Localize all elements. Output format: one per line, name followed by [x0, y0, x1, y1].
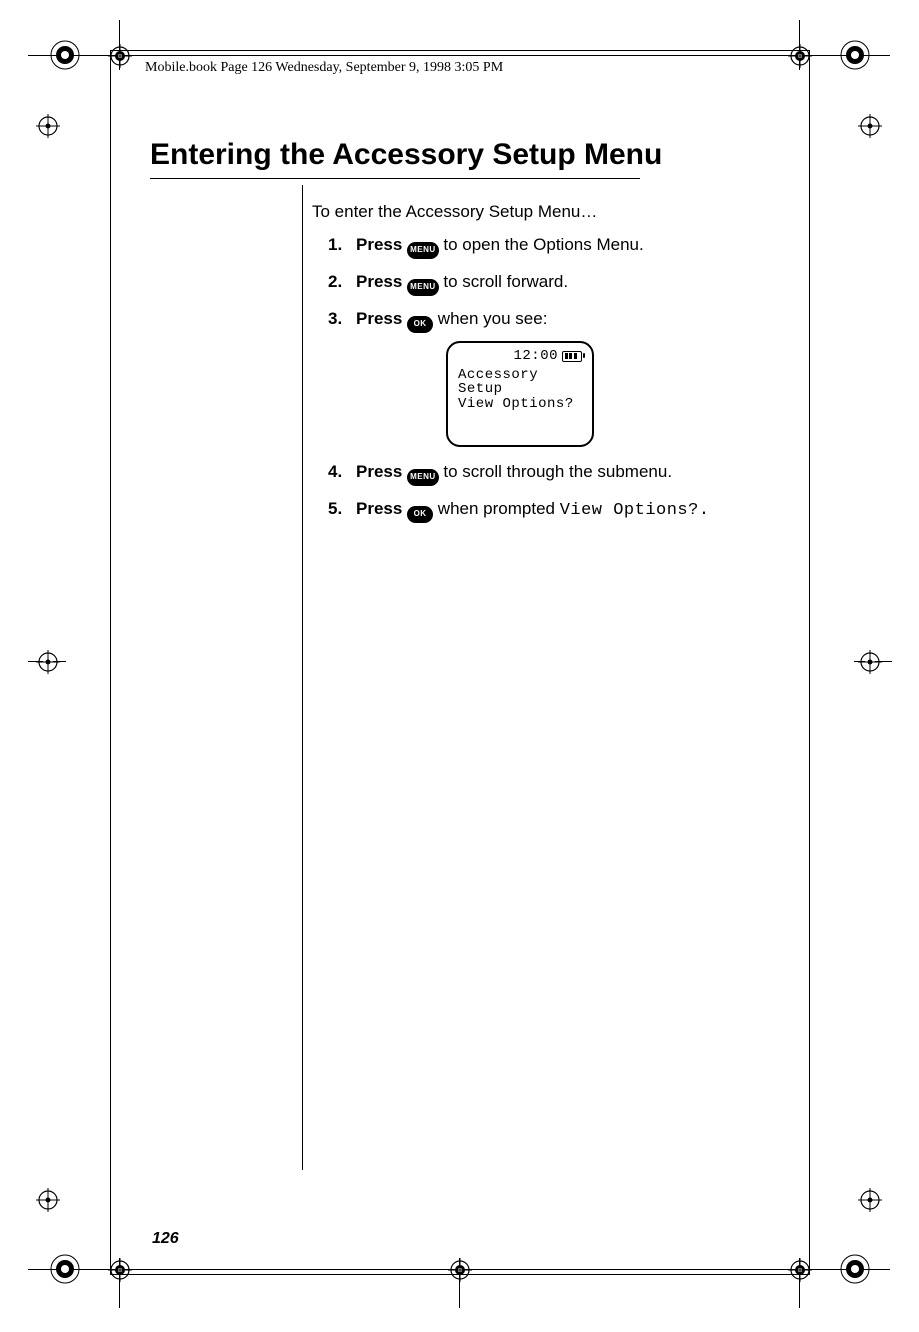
crop-medallion-icon — [48, 1252, 82, 1286]
crop-medallion-icon — [838, 1252, 872, 1286]
step-2: Press MENU to scroll forward. — [356, 271, 772, 296]
step-5: Press OK when prompted View Options?. — [356, 498, 772, 523]
registration-mark-icon — [788, 44, 812, 68]
ok-key-icon: OK — [407, 506, 433, 523]
page-title: Entering the Accessory Setup Menu — [150, 138, 790, 172]
step-4: Press MENU to scroll through the submenu… — [356, 461, 772, 486]
crop-medallion-icon — [48, 38, 82, 72]
registration-mark-icon — [108, 1258, 132, 1282]
ok-key-icon: OK — [407, 316, 433, 333]
intro-text: To enter the Accessory Setup Menu… — [312, 201, 772, 224]
content-area: Entering the Accessory Setup Menu To ent… — [150, 138, 790, 535]
screen-time: 12:00 — [513, 349, 558, 364]
step-3: Press OK when you see: 12:00 Accessory S… — [356, 308, 772, 447]
press-label: Press — [356, 272, 402, 291]
press-label: Press — [356, 309, 402, 328]
registration-mark-icon — [448, 1258, 472, 1282]
step-text: to scroll through the submenu. — [443, 462, 672, 481]
step-text: when prompted — [438, 499, 560, 518]
menu-key-icon: MENU — [407, 242, 439, 259]
screen-line-1: Accessory — [458, 368, 582, 383]
title-underline — [150, 178, 640, 179]
registration-mark-icon — [108, 44, 132, 68]
crop-medallion-icon — [838, 38, 872, 72]
registration-mark-icon — [858, 1188, 882, 1212]
crop-line — [28, 55, 890, 56]
screen-line-2: Setup — [458, 382, 582, 397]
battery-icon — [562, 351, 582, 362]
registration-mark-icon — [858, 650, 882, 674]
menu-key-icon: MENU — [407, 469, 439, 486]
registration-mark-icon — [36, 650, 60, 674]
registration-mark-icon — [36, 1188, 60, 1212]
step-text: when you see: — [438, 309, 548, 328]
phone-screen: 12:00 Accessory Setup View Options? — [446, 341, 594, 447]
prompt-text: View Options? — [560, 501, 699, 520]
step-text: to open the Options Menu. — [443, 235, 643, 254]
press-label: Press — [356, 235, 402, 254]
screen-line-3: View Options? — [458, 397, 582, 412]
registration-mark-icon — [788, 1258, 812, 1282]
step-text: to scroll forward. — [443, 272, 568, 291]
registration-mark-icon — [858, 114, 882, 138]
registration-mark-icon — [36, 114, 60, 138]
press-label: Press — [356, 499, 402, 518]
running-header: Mobile.book Page 126 Wednesday, Septembe… — [145, 60, 503, 76]
step-end: . — [699, 501, 709, 520]
page-number: 126 — [152, 1230, 179, 1248]
steps-list: Press MENU to open the Options Menu. Pre… — [312, 234, 772, 523]
step-1: Press MENU to open the Options Menu. — [356, 234, 772, 259]
menu-key-icon: MENU — [407, 279, 439, 296]
phone-screen-graphic: 12:00 Accessory Setup View Options? — [446, 341, 772, 447]
body-column: To enter the Accessory Setup Menu… Press… — [312, 201, 772, 523]
press-label: Press — [356, 462, 402, 481]
